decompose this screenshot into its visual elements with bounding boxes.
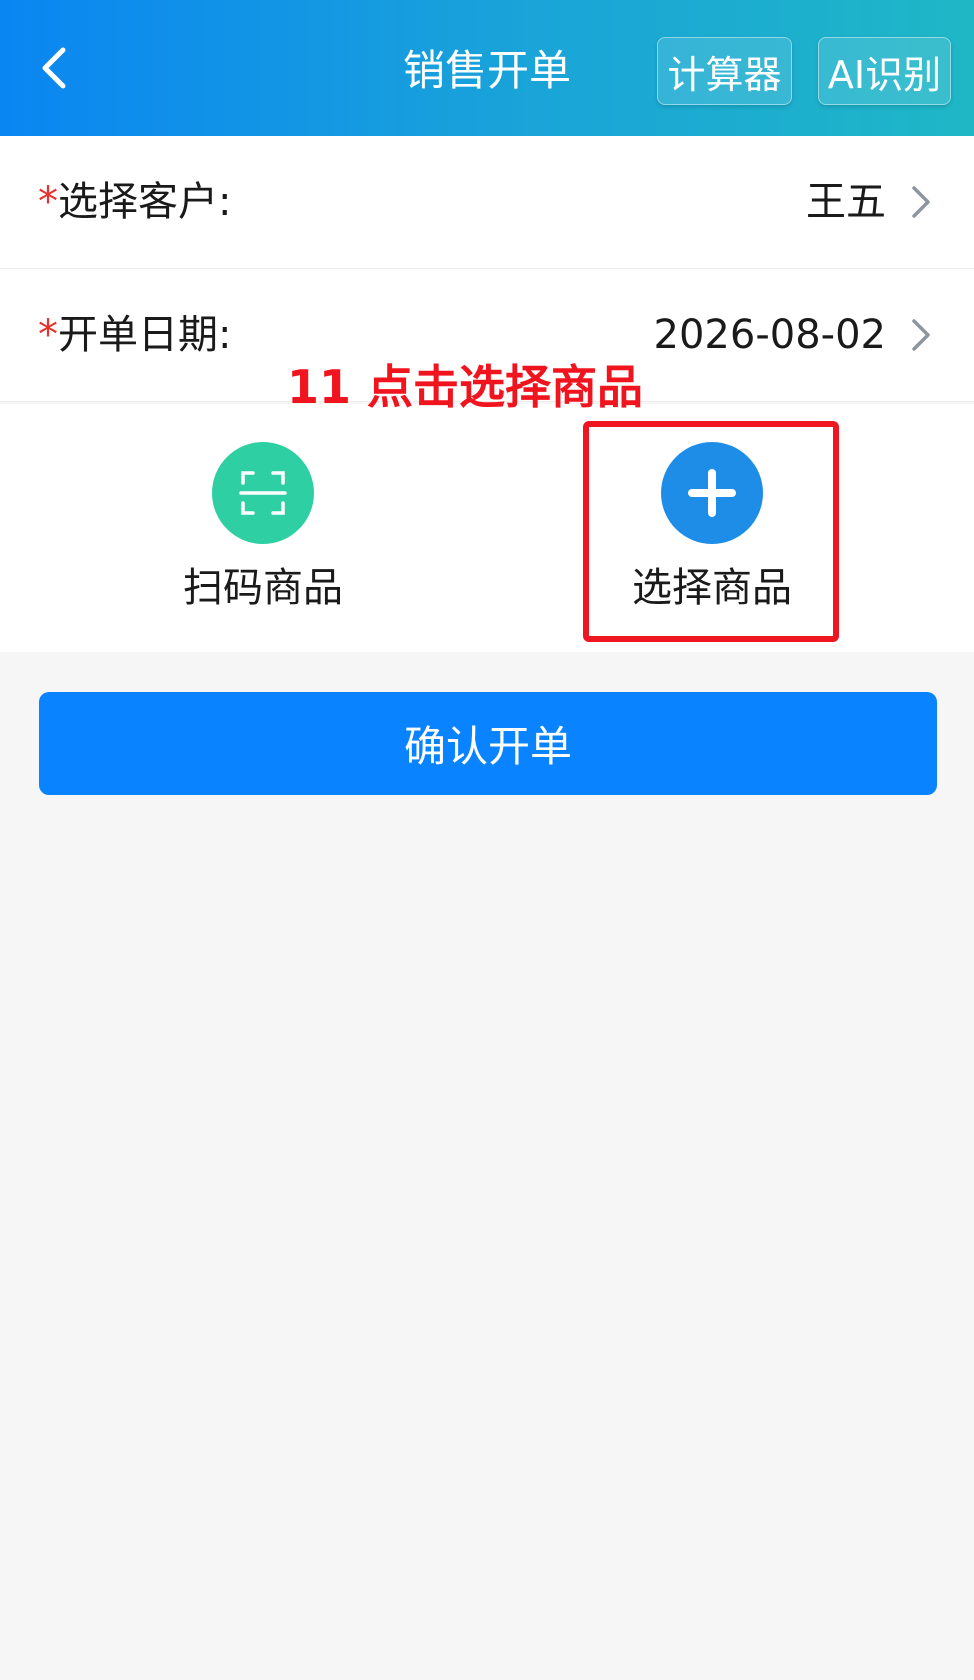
plus-icon xyxy=(688,469,736,517)
select-product-label: 选择商品 xyxy=(632,565,792,611)
tutorial-annotation: 11 点击选择商品 xyxy=(287,360,644,414)
customer-label: *选择客户: xyxy=(38,174,231,230)
scan-icon xyxy=(239,471,287,515)
required-mark: * xyxy=(38,179,58,225)
scan-circle xyxy=(212,442,314,544)
date-label-text: 开单日期: xyxy=(58,312,232,358)
product-actions: 扫码商品 选择商品 xyxy=(0,404,974,652)
calculator-button[interactable]: 计算器 xyxy=(657,37,792,105)
chevron-right-icon xyxy=(912,319,930,351)
scan-product-label: 扫码商品 xyxy=(183,565,343,611)
ai-recognize-button[interactable]: AI识别 xyxy=(818,37,951,105)
confirm-order-button[interactable]: 确认开单 xyxy=(39,692,937,795)
app-header: 销售开单 计算器 AI识别 xyxy=(0,0,974,136)
select-product-button[interactable]: 选择商品 xyxy=(612,442,812,622)
customer-row[interactable]: *选择客户: 王五 xyxy=(0,136,974,269)
customer-label-text: 选择客户: xyxy=(58,179,232,225)
required-mark: * xyxy=(38,312,58,358)
scan-product-button[interactable]: 扫码商品 xyxy=(163,442,363,622)
date-value: 2026-08-02 xyxy=(653,312,886,358)
chevron-right-icon xyxy=(912,186,930,218)
customer-value: 王五 xyxy=(806,179,886,225)
select-circle xyxy=(661,442,763,544)
date-label: *开单日期: xyxy=(38,307,231,363)
